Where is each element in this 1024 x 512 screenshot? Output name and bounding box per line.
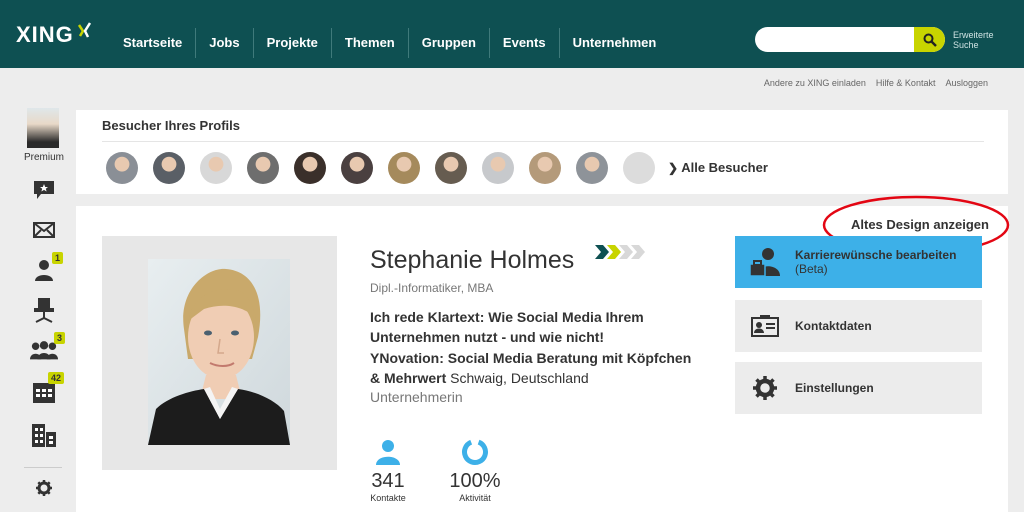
nav-events[interactable]: Events (490, 28, 560, 58)
visitor-avatar[interactable] (623, 152, 655, 184)
groups-badge: 3 (54, 332, 66, 344)
search-box (755, 27, 945, 52)
contacts-count: 341 (371, 470, 405, 492)
avatar[interactable] (27, 108, 59, 148)
nav-themen[interactable]: Themen (332, 28, 409, 58)
nav-projekte[interactable]: Projekte (254, 28, 332, 58)
contacts-person-icon (376, 440, 400, 465)
sidebar-item-events[interactable]: 42 (30, 372, 65, 406)
visitors-title: Besucher Ihres Profils (102, 118, 240, 133)
old-design-link[interactable]: Altes Design anzeigen (851, 217, 989, 232)
career-wishes-beta: (Beta) (795, 262, 828, 276)
all-visitors-label: Alle Besucher (681, 160, 768, 175)
sidebar-item-companies[interactable] (30, 421, 58, 449)
person-icon (35, 260, 53, 281)
visitor-avatar[interactable] (576, 152, 608, 184)
nav-jobs[interactable]: Jobs (196, 28, 254, 58)
all-visitors-link[interactable]: ❯ Alle Besucher (668, 160, 768, 175)
chevron-right-icon: ❯ (668, 161, 679, 175)
invite-link[interactable]: Andere zu XING einladen (764, 78, 866, 88)
logout-link[interactable]: Ausloggen (945, 78, 988, 88)
visitor-avatar[interactable] (435, 152, 467, 184)
career-wishes-button[interactable]: Karrierewünsche bearbeiten (Beta) (735, 236, 982, 288)
activity-ring-icon (462, 439, 488, 465)
visitor-avatar-list (106, 152, 655, 184)
office-chair-icon (34, 298, 54, 323)
nav-unternehmen[interactable]: Unternehmen (560, 28, 670, 58)
envelope-icon (33, 222, 55, 238)
profile-visitors-card: Besucher Ihres Profils ❯ Alle Besucher (76, 110, 1008, 194)
gear-icon (36, 480, 52, 496)
visitor-avatar[interactable] (200, 152, 232, 184)
visitor-avatar[interactable] (153, 152, 185, 184)
nav-gruppen[interactable]: Gruppen (409, 28, 490, 58)
profile-headline: Ich rede Klartext: Wie Social Media Ihre… (370, 309, 644, 345)
profile-role: Unternehmerin (370, 389, 463, 405)
contacts-badge: 1 (52, 252, 64, 264)
search-button[interactable] (914, 27, 945, 52)
profile-photo[interactable] (148, 259, 290, 445)
sidebar-item-messages-star[interactable] (30, 176, 58, 204)
visitor-avatar[interactable] (529, 152, 561, 184)
contacts-label: Kontakte (370, 493, 406, 503)
sidebar-item-mail[interactable] (30, 216, 58, 244)
membership-label: Premium (23, 152, 64, 163)
xing-logo[interactable]: XING (16, 20, 93, 50)
advanced-search-link[interactable]: Erweiterte Suche (953, 30, 1013, 50)
sidebar-item-groups[interactable]: 3 (30, 332, 66, 364)
nav-startseite[interactable]: Startseite (110, 28, 197, 58)
visitor-avatar[interactable] (482, 152, 514, 184)
profile-degree: Dipl.-Informatiker, MBA (370, 281, 494, 295)
settings-button[interactable]: Einstellungen (735, 362, 982, 414)
visitor-avatar[interactable] (388, 152, 420, 184)
activity-label: Aktivität (459, 493, 491, 503)
visitor-avatar[interactable] (106, 152, 138, 184)
sidebar-item-jobs[interactable] (30, 296, 58, 324)
gear-icon (753, 376, 777, 400)
profile-company: YNovation: Social Media Beratung mit Köp… (370, 348, 700, 388)
profile-card: Altes Design anzeigen Stephanie Holmes D… (76, 195, 1010, 512)
activity-value: 100% (449, 470, 501, 492)
contact-details-button[interactable]: Kontaktdaten (735, 300, 982, 352)
buildings-icon (32, 424, 56, 447)
speech-bubble-star-icon (34, 181, 54, 199)
search-icon (923, 33, 937, 47)
help-link[interactable]: Hilfe & Kontakt (876, 78, 936, 88)
utility-links: Andere zu XING einladen Hilfe & Kontakt … (764, 78, 988, 88)
membership-level-chevrons-icon (595, 245, 645, 259)
contact-card-icon (751, 315, 779, 337)
person-briefcase-icon (749, 248, 780, 277)
profile-name: Stephanie Holmes (370, 246, 575, 274)
contact-details-label: Kontaktdaten (795, 319, 872, 333)
visitor-avatar[interactable] (341, 152, 373, 184)
sidebar-item-settings[interactable] (30, 474, 58, 502)
sidebar-divider (24, 467, 62, 468)
divider (102, 141, 984, 142)
sidebar-item-contacts[interactable]: 1 (30, 252, 64, 284)
company-location: Schwaig, Deutschland (450, 370, 589, 386)
search-input[interactable] (765, 27, 915, 52)
settings-label: Einstellungen (795, 381, 874, 395)
contacts-stat[interactable]: 341 Kontakte (358, 438, 418, 503)
events-badge: 42 (48, 372, 65, 384)
activity-stat[interactable]: 100% Aktivität (445, 438, 505, 503)
visitor-avatar[interactable] (247, 152, 279, 184)
visitor-avatar[interactable] (294, 152, 326, 184)
top-navigation-bar: XING Startseite Jobs Projekte Themen Gru… (0, 0, 1024, 68)
profile-photo-frame (102, 236, 337, 470)
career-wishes-label: Karrierewünsche bearbeiten (795, 248, 957, 262)
xing-x-icon (77, 22, 91, 38)
logo-text: XING (16, 22, 74, 47)
main-nav: Startseite Jobs Projekte Themen Gruppen … (110, 28, 669, 58)
